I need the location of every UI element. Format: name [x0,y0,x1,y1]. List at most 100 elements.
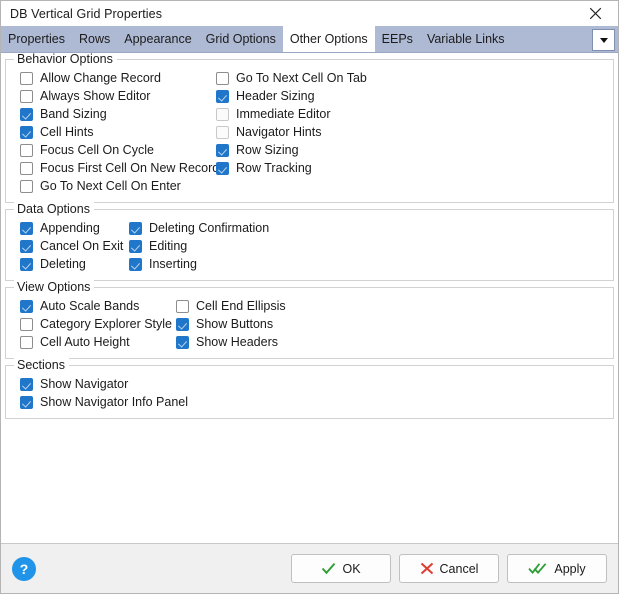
checkbox-deleting[interactable]: Deleting [20,255,86,273]
dialog-footer: ? OK Cancel Apply [1,543,618,593]
checkbox-label: Cell Auto Height [40,334,130,349]
checkbox-row-sizing[interactable]: Row Sizing [216,141,299,159]
tab-properties[interactable]: Properties [1,26,72,52]
checkbox-label: Cancel On Exit [40,238,124,253]
checkbox-box[interactable] [20,257,33,271]
tab-bar: Properties Rows Appearance Grid Options Othe… [1,26,618,53]
checkbox-cell-hints[interactable]: Cell Hints [20,123,94,141]
check-icon [322,562,336,575]
checkbox-row: Show Navigator Info Panel [12,393,607,411]
checkbox-box[interactable] [176,317,189,331]
checkbox-focus-cell-on-cycle[interactable]: Focus Cell On Cycle [20,141,154,159]
checkbox-box[interactable] [20,89,33,103]
tab-appearance[interactable]: Appearance [117,26,198,52]
checkbox-cell: Go To Next Cell On Tab [216,69,367,87]
checkbox-label: Row Sizing [236,142,299,157]
properties-dialog: DB Vertical Grid Properties Properties Ro… [0,0,619,594]
checkbox-box[interactable] [20,107,33,121]
checkbox-navigator-hints[interactable]: Navigator Hints [216,123,321,141]
checkbox-deleting-confirmation[interactable]: Deleting Confirmation [129,219,269,237]
checkbox-box[interactable] [216,143,229,157]
checkbox-row: Auto Scale Bands Cell End Ellipsis [12,297,607,315]
checkbox-box[interactable] [20,317,33,331]
checkbox-box[interactable] [216,71,229,85]
checkbox-cell: Appending [20,219,129,237]
checkbox-box[interactable] [176,335,189,349]
checkbox-label: Cell End Ellipsis [196,298,286,313]
checkbox-box[interactable] [20,71,33,85]
tab-overflow-button[interactable] [592,29,615,51]
checkbox-box[interactable] [216,125,229,139]
checkbox-box[interactable] [216,107,229,121]
checkbox-row-tracking[interactable]: Row Tracking [216,159,312,177]
checkbox-row: Appending Deleting Confirmation [12,219,607,237]
ok-button[interactable]: OK [291,554,391,583]
checkbox-box[interactable] [216,89,229,103]
checkbox-box[interactable] [20,143,33,157]
checkbox-cell: Go To Next Cell On Enter [20,177,216,195]
tab-label: Grid Options [205,32,276,46]
checkbox-inserting[interactable]: Inserting [129,255,197,273]
close-icon[interactable] [573,1,618,26]
checkbox-category-explorer-style[interactable]: Category Explorer Style [20,315,172,333]
checkbox-cancel-on-exit[interactable]: Cancel On Exit [20,237,123,255]
checkbox-box[interactable] [176,299,189,313]
checkbox-show-navigator[interactable]: Show Navigator [20,375,128,393]
checkbox-box[interactable] [129,221,142,235]
checkbox-grid: Show Navigator Show Navigator Info Panel [12,375,607,411]
checkbox-box[interactable] [20,239,33,253]
checkbox-cell-end-ellipsis[interactable]: Cell End Ellipsis [176,297,286,315]
tab-rows[interactable]: Rows [72,26,117,52]
checkbox-box[interactable] [20,125,33,139]
checkbox-cell: Deleting [20,255,129,273]
checkbox-box[interactable] [20,395,33,409]
checkbox-show-navigator-info-panel[interactable]: Show Navigator Info Panel [20,393,188,411]
checkbox-editing[interactable]: Editing [129,237,187,255]
checkbox-cell: Auto Scale Bands [20,297,176,315]
checkbox-label: Go To Next Cell On Enter [40,178,181,193]
checkbox-row: Category Explorer Style Show Buttons [12,315,607,333]
checkbox-box[interactable] [20,299,33,313]
checkbox-always-show-editor[interactable]: Always Show Editor [20,87,150,105]
checkbox-box[interactable] [20,377,33,391]
checkbox-label: Inserting [149,256,197,271]
checkbox-label: Editing [149,238,188,253]
checkbox-label: Category Explorer Style [40,316,173,331]
checkbox-cell: Always Show Editor [20,87,216,105]
checkbox-label: Deleting Confirmation [149,220,270,235]
checkbox-allow-change-record[interactable]: Allow Change Record [20,69,161,87]
tab-label: Other Options [289,32,368,46]
checkbox-focus-first-cell-on-new-record[interactable]: Focus First Cell On New Record [20,159,219,177]
tab-grid-options[interactable]: Grid Options [199,26,283,52]
checkbox-row: Cell Hints Navigator Hints [12,123,607,141]
checkbox-band-sizing[interactable]: Band Sizing [20,105,107,123]
checkbox-cell: Focus Cell On Cycle [20,141,216,159]
checkbox-box[interactable] [20,221,33,235]
apply-button[interactable]: Apply [507,554,607,583]
cancel-button[interactable]: Cancel [399,554,499,583]
checkbox-go-to-next-cell-on-tab[interactable]: Go To Next Cell On Tab [216,69,367,87]
checkbox-box[interactable] [129,257,142,271]
checkbox-immediate-editor[interactable]: Immediate Editor [216,105,330,123]
checkbox-box[interactable] [129,239,142,253]
checkbox-box[interactable] [20,335,33,349]
checkbox-header-sizing[interactable]: Header Sizing [216,87,315,105]
tab-other-options[interactable]: Other Options [282,26,375,52]
checkbox-box[interactable] [20,161,33,175]
checkbox-label: Show Buttons [196,316,274,331]
checkbox-appending[interactable]: Appending [20,219,100,237]
checkbox-box[interactable] [20,179,33,193]
checkbox-label: Immediate Editor [236,106,331,121]
help-button[interactable]: ? [12,556,36,581]
checkbox-show-buttons[interactable]: Show Buttons [176,315,273,333]
checkbox-row: Deleting Inserting [12,255,607,273]
checkbox-show-headers[interactable]: Show Headers [176,333,278,351]
checkbox-cell-auto-height[interactable]: Cell Auto Height [20,333,130,351]
tab-variable-links[interactable]: Variable Links [420,26,512,52]
checkbox-go-to-next-cell-on-enter[interactable]: Go To Next Cell On Enter [20,177,181,195]
checkbox-box[interactable] [216,161,229,175]
group-data-options: Data Options Appending Deleting Confirmati… [5,202,614,281]
checkbox-auto-scale-bands[interactable]: Auto Scale Bands [20,297,139,315]
tab-label: Variable Links [426,32,505,46]
tab-eeps[interactable]: EEPs [375,26,420,52]
